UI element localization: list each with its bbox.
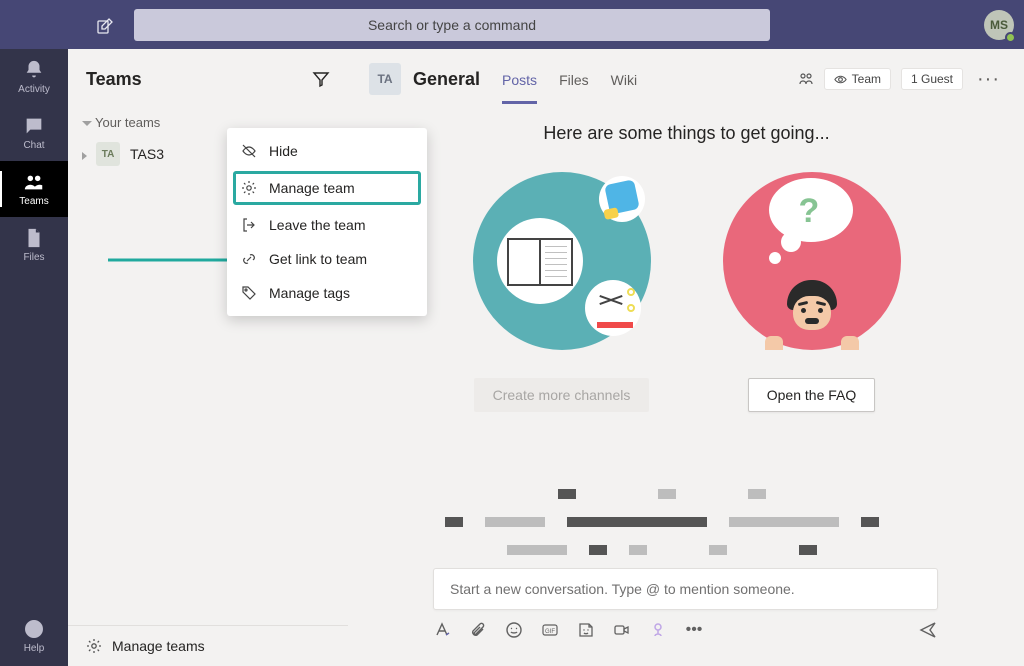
channel-body: Here are some things to get going... Cre… [349,109,1024,666]
menu-manage-tags-label: Manage tags [269,285,350,301]
create-channels-button[interactable]: Create more channels [474,378,650,412]
menu-get-link[interactable]: Get link to team [227,242,427,276]
tab-files[interactable]: Files [559,54,589,104]
team-avatar: TA [96,142,120,166]
redacted-messages [389,489,934,555]
menu-get-link-label: Get link to team [269,251,367,267]
meet-icon[interactable] [613,621,631,639]
compose-icon[interactable] [97,18,113,34]
sticker-icon[interactable] [577,621,595,639]
svg-text:GIF: GIF [545,629,555,635]
rail-activity[interactable]: Activity [0,49,68,105]
menu-leave-label: Leave the team [269,217,366,233]
tab-posts[interactable]: Posts [502,54,537,104]
rail-chat[interactable]: Chat [0,105,68,161]
composer: Start a new conversation. Type @ to ment… [433,568,938,640]
rail-chat-label: Chat [23,140,44,151]
search-input[interactable]: Search or type a command [134,9,770,41]
card-create-channels: Create more channels [472,172,652,412]
menu-manage-team[interactable]: Manage team [233,171,421,205]
open-faq-button[interactable]: Open the FAQ [748,378,876,412]
menu-leave-team[interactable]: Leave the team [227,208,427,242]
guest-pill[interactable]: 1 Guest [901,68,963,90]
search-placeholder: Search or type a command [368,17,536,33]
illustration-channels [473,172,651,350]
rail-help[interactable]: Help [0,608,68,664]
rail-activity-label: Activity [18,84,50,95]
send-icon[interactable] [918,620,938,640]
menu-hide[interactable]: Hide [227,134,427,168]
channel-pane: TA General Posts Files Wiki Team [349,49,1024,666]
channel-more-icon[interactable]: ··· [973,68,1004,91]
app-rail: Activity Chat Teams Files Help [0,49,68,666]
guest-label: 1 Guest [911,72,953,86]
rail-files-label: Files [23,252,44,263]
your-teams-label: Your teams [95,115,160,130]
card-open-faq: ? Open the FAQ [722,172,902,412]
presence-available-icon [1005,32,1016,43]
menu-hide-label: Hide [269,143,298,159]
channel-name: General [413,69,480,90]
team-context-menu: Hide Manage team Leave the team Get link… [227,128,427,316]
menu-manage-team-label: Manage team [269,180,355,196]
channel-avatar: TA [369,63,401,95]
rail-help-label: Help [24,643,45,654]
visibility-label: Team [852,72,881,86]
avatar-initials: MS [990,18,1008,32]
manage-teams-button[interactable]: Manage teams [68,625,348,666]
rail-files[interactable]: Files [0,217,68,273]
gif-icon[interactable]: GIF [541,621,559,639]
compose-more-icon[interactable]: ••• [685,621,703,639]
channel-header: TA General Posts Files Wiki Team [349,49,1024,109]
manage-teams-label: Manage teams [112,638,205,654]
format-icon[interactable] [433,621,451,639]
stream-icon[interactable] [649,621,667,639]
welcome-title: Here are some things to get going... [349,123,1024,144]
menu-manage-tags[interactable]: Manage tags [227,276,427,310]
titlebar: Search or type a command MS [0,0,1024,49]
rail-teams[interactable]: Teams [0,161,68,217]
gear-icon [86,638,102,654]
teams-title: Teams [86,69,142,90]
attach-icon[interactable] [469,621,487,639]
emoji-icon[interactable] [505,621,523,639]
illustration-faq: ? [723,172,901,350]
compose-placeholder: Start a new conversation. Type @ to ment… [450,581,795,597]
tab-wiki[interactable]: Wiki [611,54,637,104]
org-icon[interactable] [798,71,814,87]
visibility-pill[interactable]: Team [824,68,891,90]
compose-input[interactable]: Start a new conversation. Type @ to ment… [433,568,938,610]
rail-teams-label: Teams [19,196,48,207]
team-name: TAS3 [130,146,164,162]
filter-icon[interactable] [312,70,330,88]
